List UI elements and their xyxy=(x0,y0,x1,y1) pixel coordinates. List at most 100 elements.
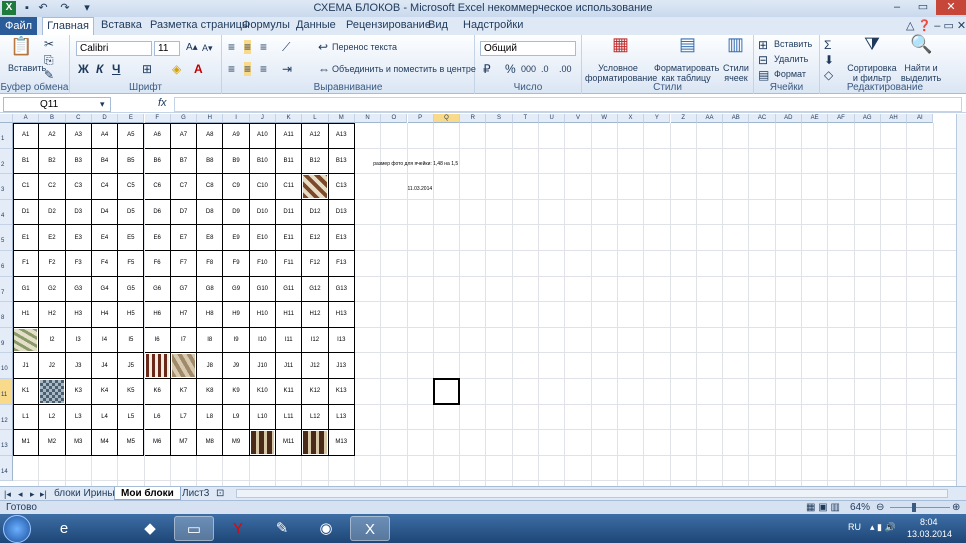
autosum-icon[interactable]: Σ xyxy=(824,38,831,52)
tab-view[interactable]: Вид xyxy=(428,19,448,31)
start-button[interactable] xyxy=(3,515,31,543)
maximize-icon[interactable]: ▭ xyxy=(910,0,936,15)
block-cell[interactable]: M4 xyxy=(91,430,119,456)
tab-file[interactable]: Файл xyxy=(0,17,37,35)
block-cell[interactable]: G13 xyxy=(328,276,355,303)
block-cell[interactable]: I13 xyxy=(328,327,355,354)
tab-home[interactable]: Главная xyxy=(42,17,94,36)
block-cell[interactable]: G1 xyxy=(13,276,40,303)
block-cell[interactable]: B9 xyxy=(223,148,250,175)
block-cell[interactable]: L4 xyxy=(91,404,119,431)
block-cell[interactable]: C3 xyxy=(65,174,92,200)
formula-input[interactable] xyxy=(174,97,962,112)
align-middle-icon[interactable]: ≡ xyxy=(244,40,252,54)
format-cells-icon[interactable]: ▤ xyxy=(758,68,769,82)
currency-icon[interactable]: ₽ xyxy=(483,62,491,76)
block-cell[interactable]: M6 xyxy=(144,430,171,456)
block-cell[interactable]: K12 xyxy=(302,379,329,405)
view-normal-icon[interactable]: ▦ ▣ ▥ xyxy=(806,501,840,514)
language-indicator[interactable]: RU xyxy=(848,522,861,532)
shrink-font-icon[interactable]: A▾ xyxy=(202,41,213,55)
block-cell[interactable]: F7 xyxy=(170,251,198,277)
wrap-text-button[interactable]: Перенос текста xyxy=(332,42,397,52)
block-cell[interactable]: M11 xyxy=(276,430,303,456)
block-cell[interactable]: J3 xyxy=(65,353,92,379)
store-icon[interactable]: ◆ xyxy=(130,516,170,541)
block-cell[interactable]: A2 xyxy=(39,123,66,149)
block-cell[interactable] xyxy=(39,379,66,405)
delete-cells-icon[interactable]: ⊟ xyxy=(758,53,768,67)
block-cell[interactable]: F10 xyxy=(249,251,276,277)
block-cell[interactable]: M8 xyxy=(197,430,224,456)
horizontal-scrollbar[interactable] xyxy=(236,489,948,498)
align-bottom-icon[interactable]: ≡ xyxy=(260,40,267,54)
column-header[interactable]: U xyxy=(539,114,566,123)
zoom-in-icon[interactable]: ⊕ xyxy=(952,501,960,514)
block-cell[interactable]: E13 xyxy=(328,225,355,251)
column-header[interactable]: I xyxy=(223,114,250,123)
column-header[interactable]: C xyxy=(65,114,92,123)
block-cell[interactable]: E6 xyxy=(144,225,171,251)
row-header[interactable]: 3 xyxy=(0,174,13,200)
cell-styles-button[interactable]: Стили ячеек xyxy=(719,63,753,83)
clock-date[interactable]: 13.03.2014 xyxy=(907,529,952,539)
block-cell[interactable]: M1 xyxy=(13,430,40,456)
block-cell[interactable]: L5 xyxy=(118,404,145,431)
block-cell[interactable] xyxy=(144,353,171,379)
indent-icon[interactable]: ⇥ xyxy=(282,62,292,76)
zoom-out-icon[interactable]: ⊖ xyxy=(876,501,884,514)
block-cell[interactable]: F4 xyxy=(91,251,119,277)
block-cell[interactable]: K6 xyxy=(144,379,171,405)
column-header[interactable]: S xyxy=(486,114,513,123)
block-cell[interactable]: D5 xyxy=(118,199,145,226)
row-header[interactable]: 9 xyxy=(0,327,13,354)
block-cell[interactable]: F6 xyxy=(144,251,171,277)
block-cell[interactable]: E10 xyxy=(249,225,276,251)
sheet-tab[interactable]: блоки Ирины xyxy=(48,487,121,500)
column-header[interactable]: D xyxy=(91,114,119,123)
block-cell[interactable]: I12 xyxy=(302,327,329,354)
block-cell[interactable]: H12 xyxy=(302,302,329,328)
block-cell[interactable]: I9 xyxy=(223,327,250,354)
column-header[interactable]: AF xyxy=(828,114,855,123)
column-header[interactable]: G xyxy=(170,114,198,123)
block-cell[interactable]: J2 xyxy=(39,353,66,379)
block-cell[interactable]: H3 xyxy=(65,302,92,328)
block-cell[interactable]: K5 xyxy=(118,379,145,405)
block-cell[interactable]: H11 xyxy=(276,302,303,328)
row-header[interactable]: 6 xyxy=(0,251,13,277)
column-header[interactable]: H xyxy=(197,114,224,123)
sheet-tab[interactable]: Лист3 xyxy=(176,487,215,500)
block-cell[interactable]: F9 xyxy=(223,251,250,277)
align-top-icon[interactable]: ≡ xyxy=(228,40,235,54)
block-cell[interactable]: L12 xyxy=(302,404,329,431)
grow-font-icon[interactable]: A▴ xyxy=(186,41,198,55)
column-header[interactable]: N xyxy=(354,114,382,123)
block-cell[interactable]: H10 xyxy=(249,302,276,328)
column-header[interactable]: AA xyxy=(696,114,724,123)
block-cell[interactable]: F2 xyxy=(39,251,66,277)
column-header[interactable]: AG xyxy=(854,114,881,123)
zoom-thumb[interactable] xyxy=(912,503,916,512)
block-cell[interactable]: K9 xyxy=(223,379,250,405)
sort-filter-button[interactable]: Сортировка и фильтр xyxy=(846,63,898,83)
row-header[interactable]: 11 xyxy=(0,379,13,405)
block-cell[interactable]: J5 xyxy=(118,353,145,379)
merge-icon[interactable]: ⇔ xyxy=(318,62,330,76)
block-cell[interactable]: A13 xyxy=(328,123,355,149)
block-cell[interactable]: D2 xyxy=(39,199,66,226)
row-header[interactable]: 8 xyxy=(0,302,13,328)
block-cell[interactable]: G12 xyxy=(302,276,329,303)
block-cell[interactable]: D13 xyxy=(328,199,355,226)
block-cell[interactable]: G8 xyxy=(197,276,224,303)
column-header[interactable]: AH xyxy=(880,114,908,123)
column-header[interactable]: E xyxy=(118,114,145,123)
block-cell[interactable] xyxy=(249,430,276,456)
paint-icon[interactable]: ✎ xyxy=(262,516,302,541)
fx-icon[interactable]: fx xyxy=(158,96,167,110)
block-cell[interactable]: A9 xyxy=(223,123,250,149)
paste-button[interactable]: Вставить xyxy=(8,63,46,73)
block-cell[interactable]: F13 xyxy=(328,251,355,277)
block-cell[interactable]: D6 xyxy=(144,199,171,226)
block-cell[interactable]: M5 xyxy=(118,430,145,456)
